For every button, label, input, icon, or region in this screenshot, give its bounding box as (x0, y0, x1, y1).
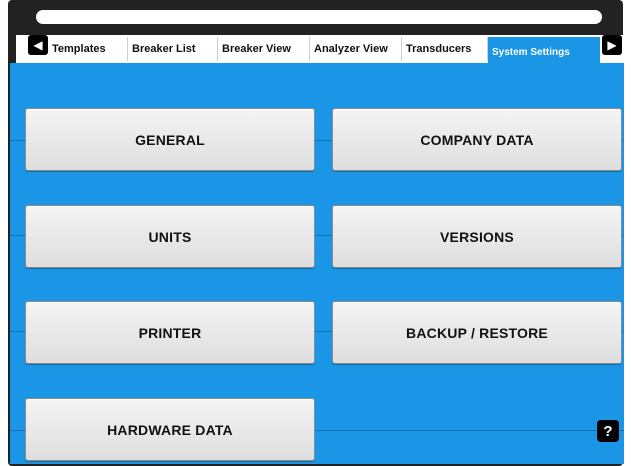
company-data-button[interactable]: COMPANY DATA (332, 108, 622, 171)
units-button[interactable]: UNITS (25, 205, 315, 268)
title-bar (36, 10, 602, 24)
printer-button[interactable]: PRINTER (25, 301, 315, 364)
scroll-left-icon[interactable]: ◀ (28, 35, 48, 55)
tab-system-settings[interactable]: System Settings (488, 37, 600, 65)
tab-transducers[interactable]: Transducers (402, 37, 488, 61)
scroll-right-icon[interactable]: ▶ (602, 35, 622, 55)
tab-breaker-list[interactable]: Breaker List (128, 37, 218, 61)
settings-panel: GENERAL COMPANY DATA UNITS VERSIONS PRIN… (10, 63, 624, 464)
help-button[interactable]: ? (597, 420, 619, 442)
versions-button[interactable]: VERSIONS (332, 205, 622, 268)
backup-restore-button[interactable]: BACKUP / RESTORE (332, 301, 622, 364)
hardware-data-button[interactable]: HARDWARE DATA (25, 398, 315, 461)
general-button[interactable]: GENERAL (25, 108, 315, 171)
tab-breaker-view[interactable]: Breaker View (218, 37, 310, 61)
tab-templates[interactable]: Templates (48, 37, 128, 61)
tab-analyzer-view[interactable]: Analyzer View (310, 37, 402, 61)
